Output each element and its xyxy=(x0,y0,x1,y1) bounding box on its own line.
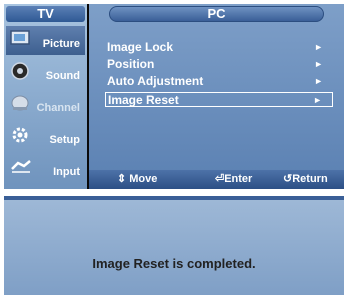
input-icon xyxy=(10,157,32,180)
enter-hint: ⏎Enter xyxy=(215,173,253,185)
sidebar-item-sound[interactable]: Sound xyxy=(6,58,85,87)
menu-item-position[interactable]: Position ► xyxy=(105,57,333,72)
arrow-right-icon: ► xyxy=(314,76,323,86)
dialog-message: Image Reset is completed. xyxy=(92,256,256,271)
move-hint: ⇕ Move xyxy=(117,173,158,185)
sidebar-item-picture[interactable]: Picture xyxy=(6,26,85,55)
sidebar-item-setup[interactable]: Setup xyxy=(6,122,85,151)
menu-item-image-lock[interactable]: Image Lock ► xyxy=(105,40,333,55)
main-panel: PC Image Lock ► Position ► Auto Adjustme… xyxy=(89,4,344,189)
sidebar-item-channel[interactable]: Channel xyxy=(6,90,85,119)
sidebar: TV Picture Sound Channel Setup Input xyxy=(4,4,87,189)
menu-title-bar: PC xyxy=(89,6,344,22)
return-hint: ↺Return xyxy=(283,173,328,185)
menu-item-auto-adjustment[interactable]: Auto Adjustment ► xyxy=(105,74,333,89)
menu-title: PC xyxy=(109,6,324,22)
footer-bar: ⇕ Move ⏎Enter ↺Return xyxy=(89,170,344,189)
arrow-right-icon: ► xyxy=(313,95,322,105)
osd-menu: TV Picture Sound Channel Setup Input PC … xyxy=(4,4,344,189)
sidebar-title: TV xyxy=(6,6,85,22)
channel-icon xyxy=(10,93,32,116)
confirmation-dialog: Image Reset is completed. xyxy=(4,196,344,295)
picture-icon xyxy=(10,29,32,50)
arrow-right-icon: ► xyxy=(314,59,323,69)
dialog-top-border xyxy=(4,196,344,200)
sidebar-item-input[interactable]: Input xyxy=(6,154,85,183)
arrow-right-icon: ► xyxy=(314,42,323,52)
sound-icon xyxy=(10,61,32,84)
setup-icon xyxy=(10,125,32,148)
menu-item-image-reset[interactable]: Image Reset ► xyxy=(105,92,333,107)
